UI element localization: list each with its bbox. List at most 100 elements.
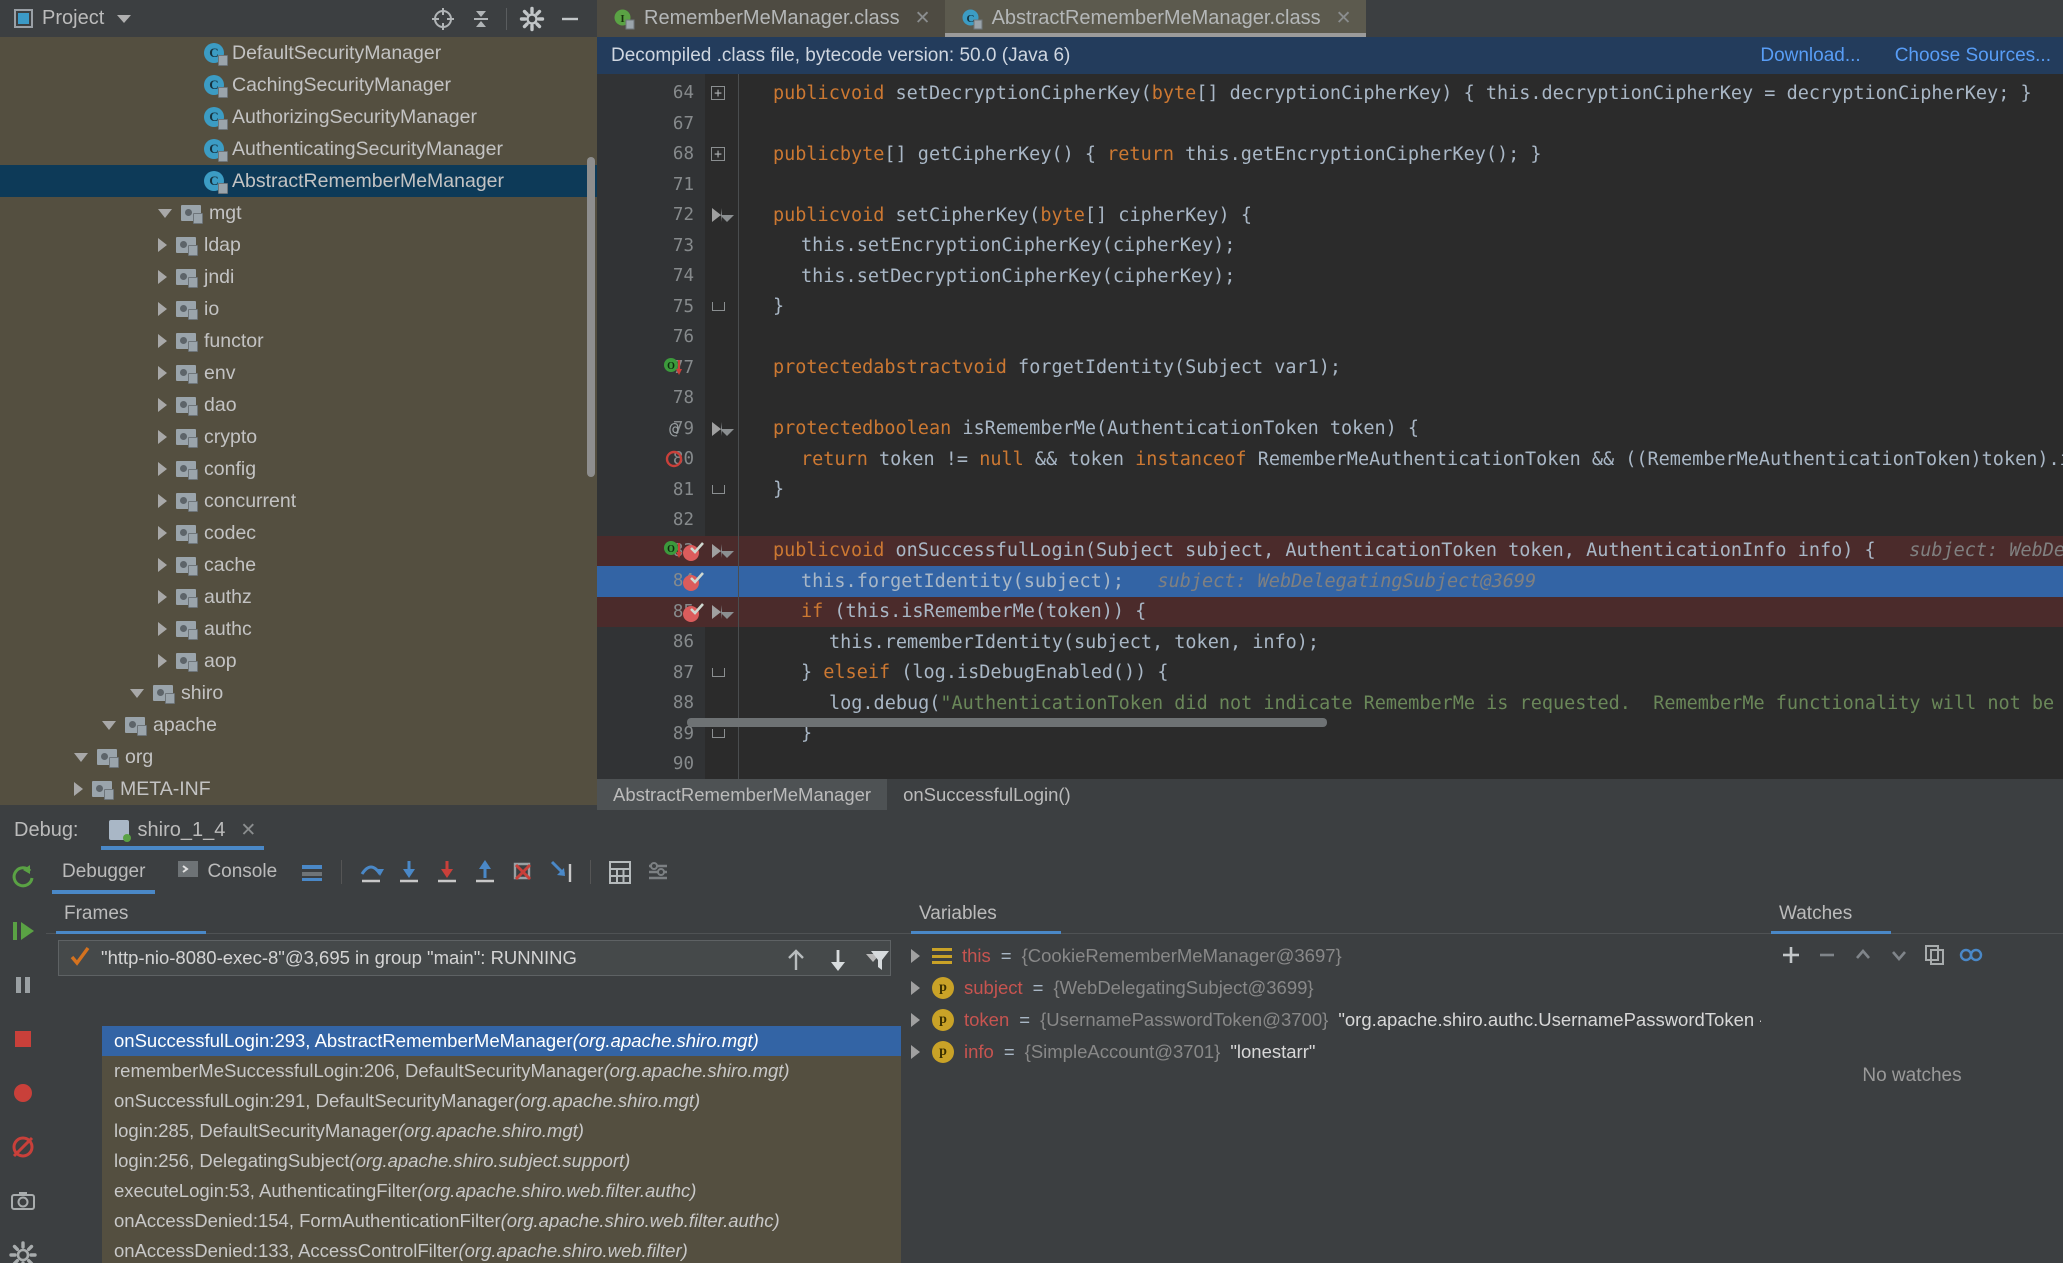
tree-node-codec[interactable]: codec [0, 517, 597, 549]
project-tool-window-button[interactable]: Project [0, 7, 132, 30]
code-line[interactable]: this.setEncryptionCipherKey(cipherKey); [745, 231, 1235, 262]
frame-item[interactable]: rememberMeSuccessfulLogin:206, DefaultSe… [102, 1056, 947, 1086]
code-line[interactable]: protected boolean isRememberMe(Authentic… [745, 414, 1419, 445]
tree-node-shiro[interactable]: shiro [0, 677, 597, 709]
pause-icon[interactable] [4, 970, 42, 1000]
choose-sources-link[interactable]: Choose Sources... [1895, 45, 2051, 67]
copy-icon[interactable] [1919, 939, 1951, 971]
tree-node-functor[interactable]: functor [0, 325, 597, 357]
tree-node-org[interactable]: org [0, 741, 597, 773]
tree-node-jndi[interactable]: jndi [0, 261, 597, 293]
debug-session-tab[interactable]: shiro_1_4 ✕ [100, 810, 265, 850]
layout-settings-icon[interactable] [293, 853, 331, 891]
code-line[interactable]: public byte[] getCipherKey() { return th… [745, 139, 1542, 170]
collapse-arrow-icon[interactable] [158, 208, 172, 218]
fold-close-icon[interactable] [707, 658, 729, 689]
collapse-all-icon[interactable] [462, 0, 500, 37]
code-line[interactable]: public void setCipherKey(byte[] cipherKe… [745, 200, 1252, 231]
close-icon[interactable]: ✕ [240, 819, 256, 842]
gear-icon[interactable] [513, 0, 551, 37]
gear-icon[interactable] [4, 1240, 42, 1263]
fold-open-icon[interactable] [707, 414, 734, 445]
settings-icon[interactable] [639, 853, 677, 891]
expand-arrow-icon[interactable] [158, 334, 167, 348]
code-line[interactable]: protected abstract void forgetIdentity(S… [745, 353, 1341, 384]
annotation-icon[interactable]: @ [663, 418, 685, 440]
expand-arrow-icon[interactable] [911, 1013, 920, 1027]
editor-horizontal-scrollbar[interactable] [687, 718, 1327, 727]
breadcrumb-item[interactable]: AbstractRememberMeManager [597, 779, 888, 810]
tab-debugger[interactable]: Debugger [46, 850, 161, 894]
expand-arrow-icon[interactable] [74, 782, 83, 796]
force-step-into-icon[interactable] [428, 853, 466, 891]
expand-arrow-icon[interactable] [158, 590, 167, 604]
code-line[interactable]: this.forgetIdentity(subject); subject: W… [745, 566, 1536, 597]
code-line[interactable]: } [745, 475, 784, 506]
tree-node-ldap[interactable]: ldap [0, 229, 597, 261]
expand-arrow-icon[interactable] [158, 526, 167, 540]
expand-arrow-icon[interactable] [158, 622, 167, 636]
code-line[interactable]: this.setDecryptionCipherKey(cipherKey); [745, 261, 1235, 292]
frame-item[interactable]: login:256, DelegatingSubject (org.apache… [102, 1146, 947, 1176]
breakpoint-icon[interactable] [681, 570, 704, 592]
expand-arrow-icon[interactable] [158, 462, 167, 476]
tree-node-authz[interactable]: authz [0, 581, 597, 613]
tree-node-crypto[interactable]: crypto [0, 421, 597, 453]
expand-arrow-icon[interactable] [158, 654, 167, 668]
collapse-arrow-icon[interactable] [102, 720, 116, 730]
thread-selector[interactable]: "http-nio-8080-exec-8"@3,695 in group "m… [58, 940, 891, 976]
frames-list[interactable]: onSuccessfulLogin:293, AbstractRememberM… [102, 1026, 947, 1263]
tree-node-cache[interactable]: cache [0, 549, 597, 581]
tab-console[interactable]: Console [161, 850, 293, 894]
tree-node-cachingsecuritymanager[interactable]: C CachingSecurityManager [0, 69, 597, 101]
tree-node-abstractremembermemanager[interactable]: C AbstractRememberMeManager [0, 165, 597, 197]
tree-node-mgt[interactable]: mgt [0, 197, 597, 229]
variables-list[interactable]: this = {CookieRememberMeManager@3697} p su… [901, 934, 1765, 1068]
move-up-icon[interactable] [1847, 939, 1879, 971]
expand-arrow-icon[interactable] [158, 398, 167, 412]
variable-row[interactable]: p info = {SimpleAccount@3701} "lonestarr" [901, 1036, 1761, 1068]
tree-node-io[interactable]: io [0, 293, 597, 325]
fold-plus-icon[interactable]: + [707, 139, 729, 170]
code-line[interactable]: public void setDecryptionCipherKey(byte[… [745, 78, 2032, 109]
download-sources-link[interactable]: Download... [1760, 45, 1860, 67]
override-icon[interactable]: O [663, 357, 685, 379]
tree-node-concurrent[interactable]: concurrent [0, 485, 597, 517]
expand-arrow-icon[interactable] [158, 558, 167, 572]
drop-frame-icon[interactable] [504, 853, 542, 891]
expand-arrow-icon[interactable] [911, 981, 920, 995]
frame-item[interactable]: login:285, DefaultSecurityManager (org.a… [102, 1116, 947, 1146]
project-tree[interactable]: C DefaultSecurityManager C CachingSecurityM… [0, 37, 597, 810]
chevron-down-icon[interactable] [117, 14, 132, 23]
frame-item[interactable]: onAccessDenied:154, FormAuthenticationFi… [102, 1206, 947, 1236]
frame-item[interactable]: onSuccessfulLogin:293, AbstractRememberM… [102, 1026, 947, 1056]
fold-close-icon[interactable] [707, 292, 729, 323]
fold-close-icon[interactable] [707, 475, 729, 506]
rerun-icon[interactable] [4, 862, 42, 892]
evaluate-expression-icon[interactable] [601, 853, 639, 891]
expand-arrow-icon[interactable] [911, 949, 920, 963]
step-out-icon[interactable] [466, 853, 504, 891]
run-to-cursor-icon[interactable] [542, 853, 580, 891]
minimize-icon[interactable] [551, 0, 589, 37]
collapse-arrow-icon[interactable] [130, 688, 144, 698]
expand-arrow-icon[interactable] [158, 430, 167, 444]
expand-arrow-icon[interactable] [158, 494, 167, 508]
frame-item[interactable]: onAccessDenied:133, AccessControlFilter … [102, 1236, 947, 1263]
move-down-icon[interactable] [1883, 939, 1915, 971]
add-icon[interactable] [1775, 939, 1807, 971]
collapse-arrow-icon[interactable] [74, 752, 88, 762]
method-circle-icon[interactable] [663, 448, 685, 470]
tree-node-defaultsecuritymanager[interactable]: C DefaultSecurityManager [0, 37, 597, 69]
breakpoint-icon[interactable] [681, 540, 704, 562]
code-line[interactable]: return token != null && token instanceof… [745, 444, 2063, 475]
link-icon[interactable] [1955, 939, 1987, 971]
code-line[interactable]: } else if (log.isDebugEnabled()) { [745, 658, 1169, 689]
variable-row[interactable]: this = {CookieRememberMeManager@3697} [901, 940, 1761, 972]
editor-tab-abstractremembermemanager[interactable]: C AbstractRememberMeManager.class ✕ [944, 0, 1366, 37]
close-icon[interactable]: ✕ [915, 7, 931, 30]
step-over-icon[interactable] [352, 853, 390, 891]
locate-icon[interactable] [424, 0, 462, 37]
breadcrumb-item[interactable]: onSuccessfulLogin() [887, 779, 1087, 810]
code-editor[interactable]: 64 + public void setDecryptionCipherKey(by… [597, 74, 2063, 779]
